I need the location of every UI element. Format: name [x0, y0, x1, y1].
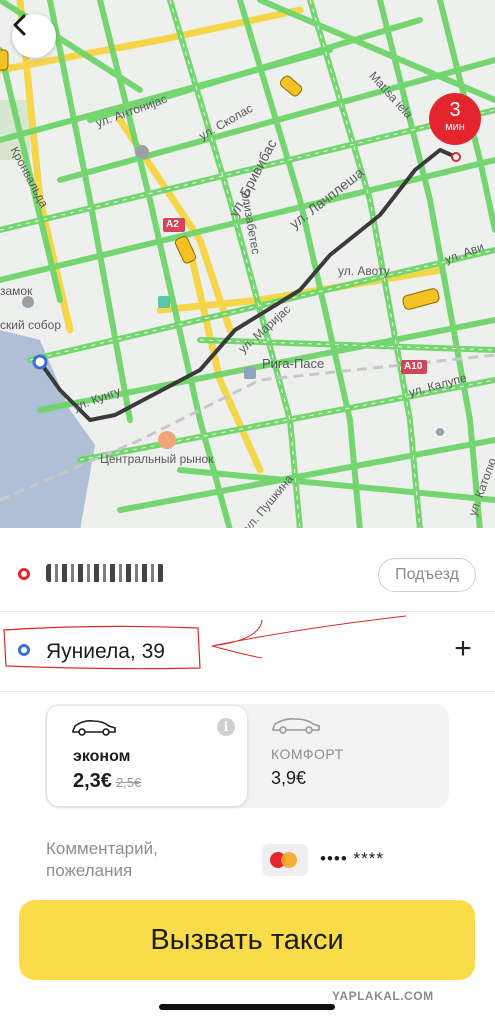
tariff-selector: i эконом 2,3€ 2,5€ КОМФОРТ 3,9€ — [45, 704, 449, 808]
map-view[interactable]: ул. Антониjас ул. Бривибас ул. Сколас Ma… — [0, 0, 495, 530]
entrance-button[interactable]: Подъезд — [378, 558, 476, 592]
river — [0, 330, 95, 530]
market-icon — [158, 431, 176, 449]
watermark: YAPLAKAL.COM — [332, 989, 434, 1003]
pickup-dot-icon — [18, 568, 30, 580]
mastercard-icon[interactable] — [262, 844, 308, 876]
tariff-comfort[interactable]: КОМФОРТ 3,9€ — [269, 704, 439, 808]
eta-number: 3 — [449, 99, 461, 121]
tariff-name: эконом — [73, 748, 131, 765]
eta-badge: 3 мин — [429, 93, 481, 145]
call-taxi-button[interactable]: Вызвать такси — [19, 900, 475, 980]
station-icon — [244, 367, 256, 379]
back-button[interactable] — [12, 14, 56, 58]
street-label: ул. Авоту — [338, 264, 390, 278]
tariff-price: 3,9€ — [271, 768, 307, 788]
destination-dot-icon — [18, 644, 30, 656]
map-canvas — [0, 0, 495, 530]
destination-marker — [32, 354, 48, 370]
car-icon — [72, 720, 116, 736]
poi-label: Центральный рынок — [100, 452, 214, 466]
poi-label: замок — [0, 284, 33, 298]
poi-icon — [135, 145, 149, 159]
poi-icon-2 — [158, 296, 170, 308]
car-icon — [272, 718, 320, 734]
destination-address: Яуниела, 39 — [46, 640, 165, 663]
eta-unit: мин — [445, 121, 465, 133]
comment-field[interactable]: Комментарий, пожелания — [46, 838, 226, 882]
road-badge-label: A10 — [404, 361, 423, 372]
pickup-marker — [451, 152, 461, 162]
chevron-left-icon — [13, 14, 26, 36]
poi-label: ский собор — [0, 318, 62, 332]
tariff-econom[interactable]: i эконом 2,3€ 2,5€ — [47, 706, 247, 806]
order-sheet: Подъезд Яуниела, 39 + i эконом 2,3€2,5€ — [0, 528, 495, 1024]
price-value: 2,3€ — [73, 770, 112, 792]
road-badge-label: A2 — [166, 219, 179, 230]
card-number[interactable]: •••• **** — [320, 849, 384, 869]
pickup-address-redacted — [46, 564, 164, 582]
destination-address-row[interactable]: Яуниела, 39 + — [0, 612, 495, 692]
tariff-price: 2,3€ 2,5€ — [73, 770, 141, 793]
pickup-address-row[interactable]: Подъезд — [0, 532, 495, 612]
tariff-name: КОМФОРТ — [271, 746, 344, 762]
info-icon[interactable]: i — [217, 718, 235, 736]
add-stop-button[interactable]: + — [451, 634, 475, 666]
home-indicator[interactable] — [159, 1004, 335, 1010]
old-price: 2,5€ — [115, 775, 142, 790]
poi-label: Рига-Пасе — [262, 356, 325, 371]
